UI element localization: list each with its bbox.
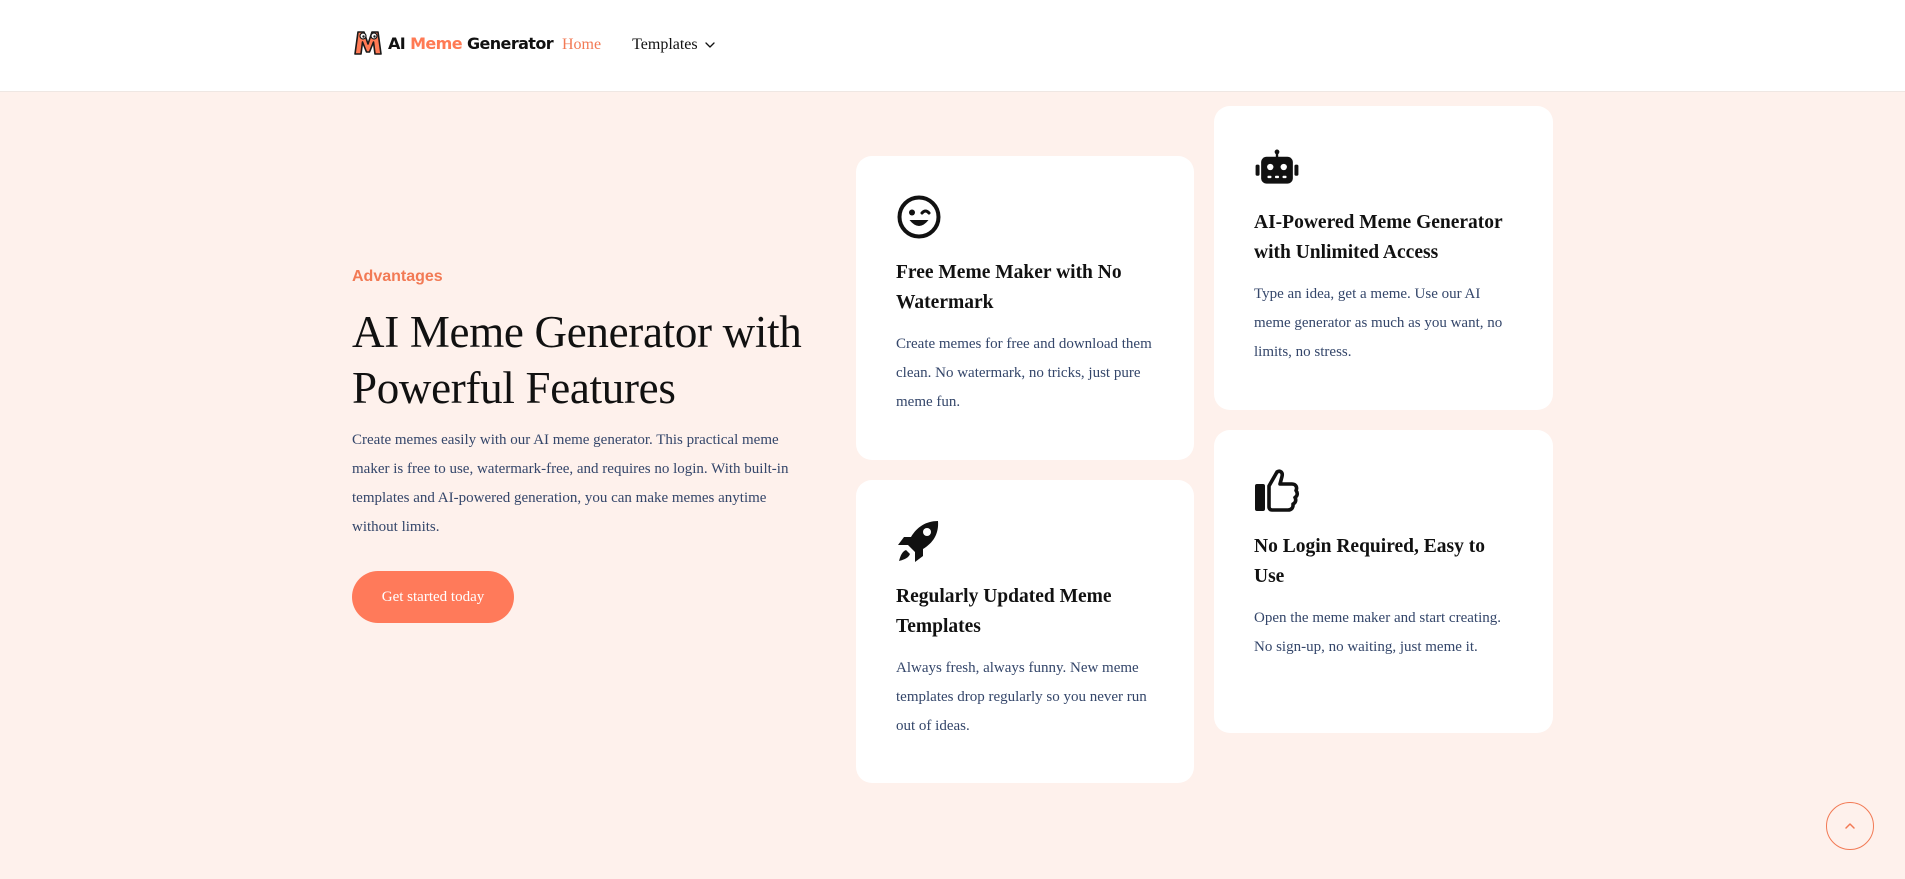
meme-logo-icon: [354, 31, 382, 55]
scroll-to-top-button[interactable]: [1826, 802, 1874, 850]
feature-title: AI-Powered Meme Generator with Unlimited…: [1254, 212, 1503, 263]
feature-text: Open the meme maker and start creating. …: [1254, 610, 1501, 655]
get-started-button[interactable]: Get started today: [352, 571, 514, 623]
main-nav: Home Templates: [562, 36, 716, 54]
section-description: Create memes easily with our AI meme gen…: [352, 432, 789, 535]
robot-icon: [1255, 149, 1299, 184]
logo-text-prefix: AI: [388, 33, 411, 53]
thumbs-up-icon: [1255, 469, 1300, 512]
logo-text-accent: Meme: [410, 33, 463, 53]
site-header: AI Meme Generator Home Templates: [0, 0, 1905, 92]
logo-text: AI Meme Generator: [388, 33, 554, 53]
feature-title: Free Meme Maker with No Watermark: [896, 262, 1122, 313]
feature-card-templates: Regularly Updated Meme Templates Always …: [856, 480, 1194, 783]
section-eyebrow: Advantages: [352, 268, 443, 285]
nav-dropdown-templates[interactable]: Templates: [632, 36, 716, 54]
logo-text-suffix: Generator: [462, 33, 554, 53]
wink-face-icon: [897, 195, 941, 239]
feature-text: Create memes for free and download them …: [896, 336, 1152, 410]
feature-card-ai-powered: AI-Powered Meme Generator with Unlimited…: [1214, 106, 1553, 410]
rocket-icon: [898, 521, 939, 562]
feature-card-no-watermark: Free Meme Maker with No Watermark Create…: [856, 156, 1194, 460]
feature-text: Type an idea, get a meme. Use our AI mem…: [1254, 286, 1503, 360]
feature-title: Regularly Updated Meme Templates: [896, 586, 1112, 637]
feature-text: Always fresh, always funny. New meme tem…: [896, 660, 1147, 734]
nav-templates-label: Templates: [632, 36, 698, 53]
chevron-down-icon: [704, 42, 715, 48]
chevron-up-icon: [1845, 823, 1855, 829]
section-headline: AI Meme Generator with Powerful Features: [352, 307, 802, 413]
site-logo[interactable]: AI Meme Generator: [352, 26, 554, 60]
feature-title: No Login Required, Easy to Use: [1254, 536, 1485, 587]
nav-link-home[interactable]: Home: [562, 36, 601, 54]
feature-card-no-login: No Login Required, Easy to Use Open the …: [1214, 430, 1553, 733]
